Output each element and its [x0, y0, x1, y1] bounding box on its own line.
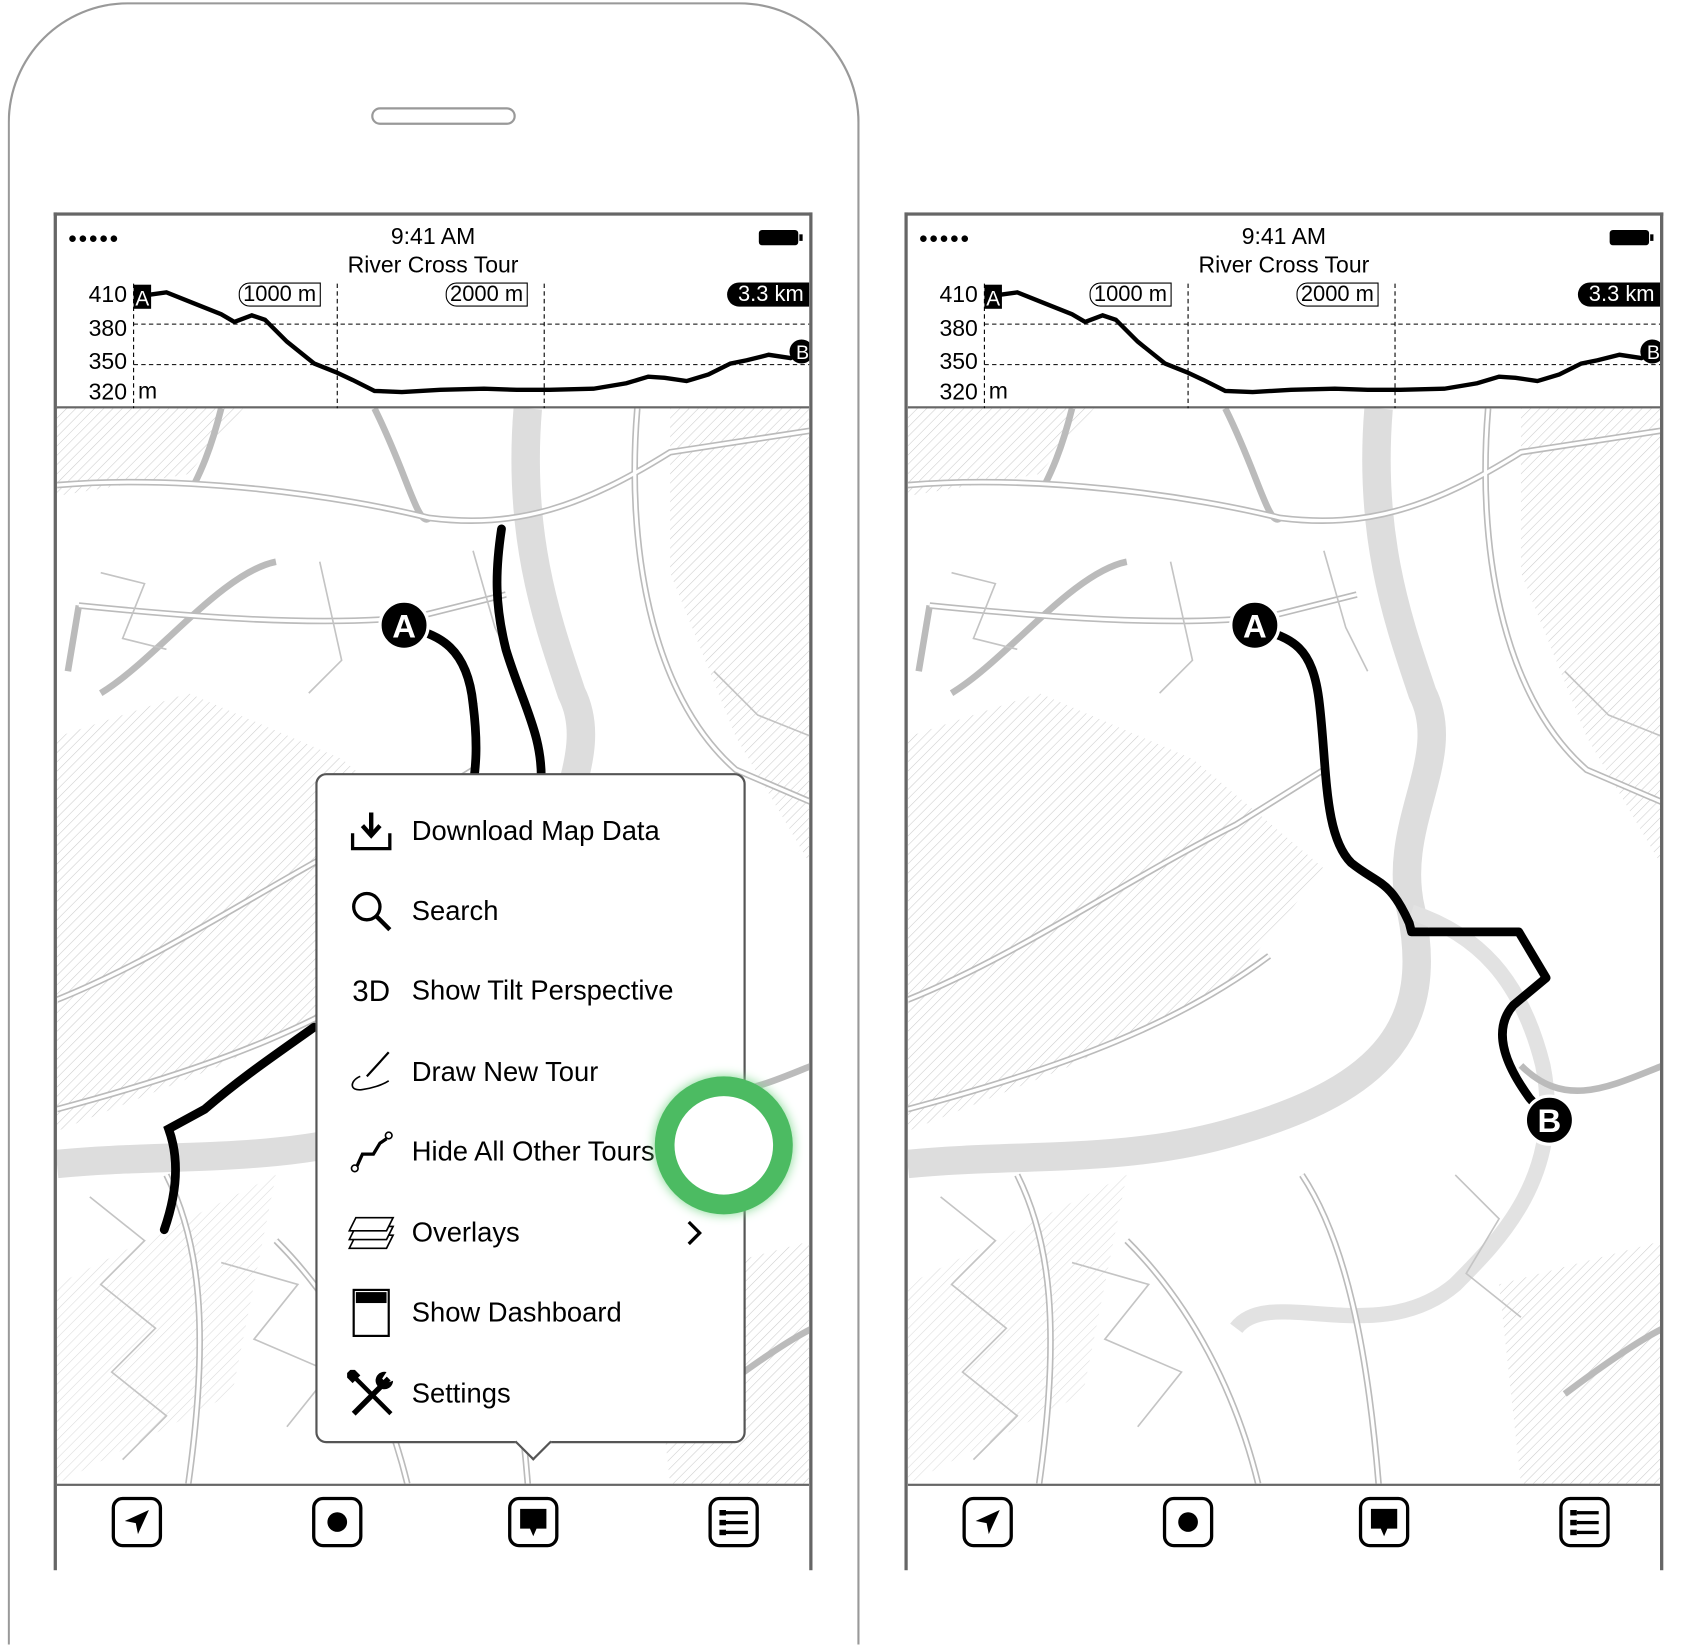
menu-item-label: Download Map Data [411, 815, 660, 846]
distance-marker: 2000 m [445, 282, 528, 307]
download-icon [350, 812, 392, 851]
menu-item-show-tilt-perspective[interactable]: 3D Show Tilt Perspective [318, 958, 744, 1024]
elevation-line [992, 290, 1654, 395]
dashboard-icon [352, 1288, 390, 1337]
right-screen: A B ●●●●● 9:41 AM River Cross Tour A B 4… [904, 212, 1664, 1571]
elevation-label: 350 [939, 349, 978, 375]
menu-button[interactable] [508, 1496, 559, 1548]
menu-bubble-icon [520, 1508, 547, 1537]
tab-bar [907, 1483, 1661, 1571]
menu-item-search[interactable]: Search [318, 878, 744, 944]
settings-icon [347, 1369, 394, 1416]
menu-item-label: Show Dashboard [411, 1297, 622, 1328]
chevron-right-icon [687, 1220, 702, 1246]
list-button[interactable] [1559, 1496, 1610, 1548]
menu-item-label: Settings [411, 1378, 511, 1409]
elevation-unit: m [988, 378, 1008, 405]
tap-indicator [654, 1076, 793, 1215]
marker-a[interactable]: A [1229, 599, 1281, 651]
record-icon [327, 1512, 348, 1532]
record-icon [1178, 1512, 1198, 1532]
search-icon [352, 891, 392, 932]
draw-icon [351, 1051, 390, 1091]
location-arrow-icon [975, 1510, 1000, 1535]
elevation-profile[interactable]: A B [908, 216, 1664, 409]
distance-marker: 2000 m [1296, 282, 1379, 307]
elevation-profile[interactable]: A B [57, 216, 813, 409]
list-icon [1570, 1510, 1599, 1536]
menu-item-label: Overlays [411, 1217, 520, 1248]
menu-button[interactable] [1358, 1496, 1410, 1548]
svg-text:B: B [1538, 1102, 1562, 1139]
menu-item-label: Draw New Tour [411, 1056, 599, 1087]
menu-item-show-dashboard[interactable]: Show Dashboard [318, 1280, 744, 1346]
tour-header: ●●●●● 9:41 AM River Cross Tour A B 410 3… [56, 215, 810, 409]
elevation-label: 320 [939, 379, 978, 406]
menu-item-overlays[interactable]: Overlays [318, 1200, 744, 1266]
location-arrow-icon [124, 1510, 149, 1535]
tour-header: ●●●●● 9:41 AM River Cross Tour A B 410 3… [907, 215, 1661, 409]
elevation-label: 380 [939, 316, 978, 342]
distance-marker: 1000 m [1089, 282, 1172, 307]
svg-text:B: B [1647, 342, 1660, 364]
elevation-line [142, 290, 803, 395]
svg-text:B: B [796, 342, 809, 364]
menu-bubble-icon [1370, 1508, 1398, 1537]
locate-button[interactable] [962, 1496, 1013, 1548]
distance-marker: 1000 m [238, 282, 321, 307]
list-icon [719, 1510, 748, 1536]
svg-text:A: A [1243, 607, 1267, 644]
menu-item-download-map-data[interactable]: Download Map Data [318, 798, 744, 864]
menu-item-label: Hide All Other Tours [411, 1136, 655, 1167]
record-button[interactable] [1162, 1496, 1214, 1548]
svg-text:A: A [986, 288, 1000, 311]
tab-bar [56, 1483, 810, 1571]
record-button[interactable] [312, 1496, 363, 1548]
locate-button[interactable] [111, 1496, 163, 1548]
elevation-label: 380 [88, 316, 128, 342]
marker-b[interactable]: B [1523, 1094, 1576, 1146]
marker-a[interactable]: A [378, 599, 430, 651]
elevation-label: 410 [939, 282, 978, 308]
list-button[interactable] [708, 1496, 759, 1548]
elevation-label: 410 [88, 282, 128, 308]
menu-item-label: Show Tilt Perspective [411, 975, 674, 1006]
total-distance-badge: 3.3 km [1577, 282, 1661, 307]
menu-item-label: Search [411, 895, 499, 926]
layers-icon [347, 1216, 395, 1250]
menu-item-settings[interactable]: Settings [318, 1361, 744, 1427]
svg-text:A: A [392, 607, 416, 644]
total-distance-badge: 3.3 km [727, 282, 810, 307]
3d-icon: 3D [352, 974, 391, 1007]
elevation-label: 350 [88, 349, 128, 375]
elevation-unit: m [137, 378, 158, 405]
speaker [371, 107, 516, 125]
route-icon [350, 1131, 393, 1173]
elevation-label: 320 [88, 379, 128, 406]
svg-text:A: A [135, 288, 149, 311]
map-view[interactable]: A B [908, 408, 1660, 1483]
